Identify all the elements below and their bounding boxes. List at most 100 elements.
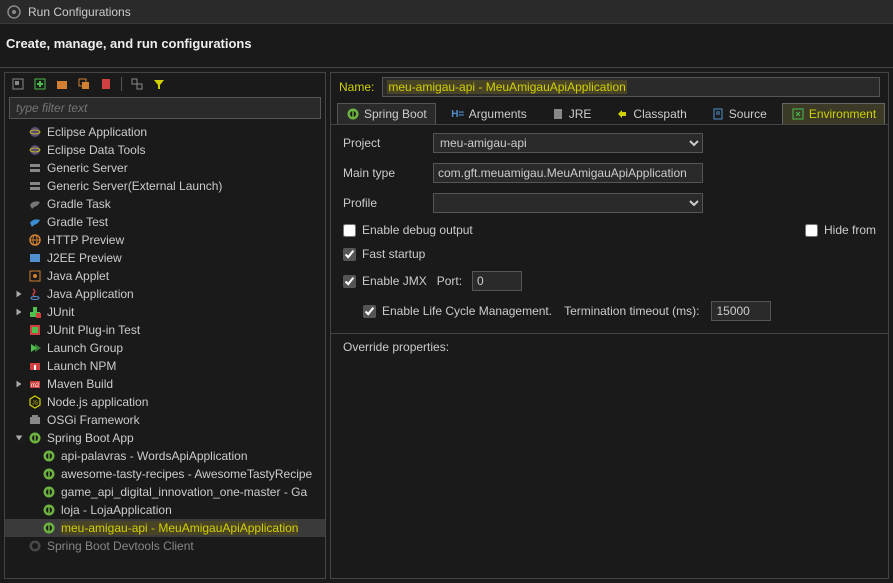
spring-icon [27,431,43,445]
export-button[interactable] [53,75,71,93]
tree-item-label: Gradle Task [47,197,111,211]
spring-icon [41,485,57,499]
tree-item[interactable]: Generic Server [5,159,325,177]
new-config-button[interactable] [9,75,27,93]
classpath-icon [615,107,629,121]
tab-label: Classpath [633,107,686,121]
svg-text:JS: JS [32,401,39,407]
tree-item[interactable]: JS Node.js application [5,393,325,411]
tree-item-label: Maven Build [47,377,113,391]
launch-group-icon [27,341,43,355]
osgi-icon [27,413,43,427]
project-label: Project [343,136,423,150]
enable-debug-checkbox[interactable]: Enable debug output [343,223,473,237]
expander-icon[interactable] [13,306,25,318]
spring-icon [346,107,360,121]
tree-item-label: Spring Boot App [47,431,134,445]
tree-item[interactable]: Java Applet [5,267,325,285]
left-toolbar [5,73,325,95]
termination-label: Termination timeout (ms): [564,304,699,318]
tab-environment[interactable]: Environment [782,103,885,124]
eclipse-icon [27,125,43,139]
tree-item[interactable]: Eclipse Application [5,123,325,141]
gradle-gray-icon [27,197,43,211]
tree-item-label: Gradle Test [47,215,108,229]
filter-button[interactable] [150,75,168,93]
termination-input[interactable] [711,301,771,321]
project-select[interactable]: meu-amigau-api [433,133,703,153]
tab-spring-boot[interactable]: Spring Boot [337,103,436,124]
port-label: Port: [437,274,462,288]
tree-item[interactable]: Generic Server(External Launch) [5,177,325,195]
tab-arguments[interactable]: H= Arguments [442,103,536,124]
duplicate-button[interactable] [75,75,93,93]
tree-item[interactable]: Gradle Task [5,195,325,213]
name-input[interactable]: meu-amigau-api - MeuAmigauApiApplication [382,77,880,97]
tree-item-label: JUnit [47,305,74,319]
tree-item[interactable]: loja - LojaApplication [5,501,325,519]
tab-label: Arguments [469,107,527,121]
tree-item-label: Java Application [47,287,134,301]
tree-item[interactable]: OSGi Framework [5,411,325,429]
new-prototype-button[interactable] [31,75,49,93]
main-type-input[interactable] [433,163,703,183]
fast-startup-checkbox[interactable]: Fast startup [343,247,425,261]
expander-icon[interactable] [13,288,25,300]
enable-lifecycle-checkbox[interactable]: Enable Life Cycle Management. [363,304,552,318]
tree-item[interactable]: m2 Maven Build [5,375,325,393]
tree-item[interactable]: Spring Boot Devtools Client [5,537,325,555]
port-input[interactable] [472,271,522,291]
tree-item-label: Node.js application [47,395,148,409]
tree-item[interactable]: api-palavras - WordsApiApplication [5,447,325,465]
tree-item-label: Launch NPM [47,359,116,373]
tree-item[interactable]: Eclipse Data Tools [5,141,325,159]
tree-item[interactable]: Launch Group [5,339,325,357]
config-tree[interactable]: Eclipse Application Eclipse Data Tools Gen… [5,121,325,578]
args-icon: H= [451,107,465,121]
header-description: Create, manage, and run configurations [0,24,893,67]
tree-item[interactable]: awesome-tasty-recipes - AwesomeTastyReci… [5,465,325,483]
tree-item[interactable]: Spring Boot App [5,429,325,447]
tree-item-label: Java Applet [47,269,109,283]
tab-label: JRE [569,107,592,121]
spring-icon [41,449,57,463]
junit-plugin-icon [27,323,43,337]
collapse-all-button[interactable] [128,75,146,93]
spring-icon [41,467,57,481]
tree-item-label: api-palavras - WordsApiApplication [61,449,248,463]
profile-select[interactable] [433,193,703,213]
tree-item[interactable]: Gradle Test [5,213,325,231]
delete-button[interactable] [97,75,115,93]
svg-text:m2: m2 [31,383,40,389]
tree-item[interactable]: meu-amigau-api - MeuAmigauApiApplication [5,519,325,537]
tree-item-label: game_api_digital_innovation_one-master -… [61,485,307,499]
tree-item-label: awesome-tasty-recipes - AwesomeTastyReci… [61,467,312,481]
right-panel: Name: meu-amigau-api - MeuAmigauApiAppli… [330,72,889,579]
junit-icon [27,305,43,319]
tree-item[interactable]: JUnit [5,303,325,321]
eclipse-icon [27,143,43,157]
left-panel: Eclipse Application Eclipse Data Tools Gen… [4,72,326,579]
tab-jre[interactable]: JRE [542,103,601,124]
tab-classpath[interactable]: Classpath [606,103,695,124]
tree-item[interactable]: Launch NPM [5,357,325,375]
titlebar: Run Configurations [0,0,893,24]
tree-item-label: Generic Server(External Launch) [47,179,222,193]
spring-icon [41,503,57,517]
hide-from-checkbox[interactable]: Hide from [805,223,876,237]
tab-source[interactable]: Source [702,103,776,124]
java-icon [27,287,43,301]
expander-icon[interactable] [13,432,25,444]
gradle-blue-icon [27,215,43,229]
expander-icon[interactable] [13,378,25,390]
env-icon [791,107,805,121]
tree-item-label: Eclipse Data Tools [47,143,146,157]
tree-item[interactable]: JUnit Plug-in Test [5,321,325,339]
tab-label: Spring Boot [364,107,427,121]
filter-input[interactable] [9,97,321,119]
tree-item[interactable]: J2EE Preview [5,249,325,267]
tree-item[interactable]: game_api_digital_innovation_one-master -… [5,483,325,501]
tree-item[interactable]: HTTP Preview [5,231,325,249]
enable-jmx-checkbox[interactable]: Enable JMX [343,274,427,288]
tree-item[interactable]: Java Application [5,285,325,303]
